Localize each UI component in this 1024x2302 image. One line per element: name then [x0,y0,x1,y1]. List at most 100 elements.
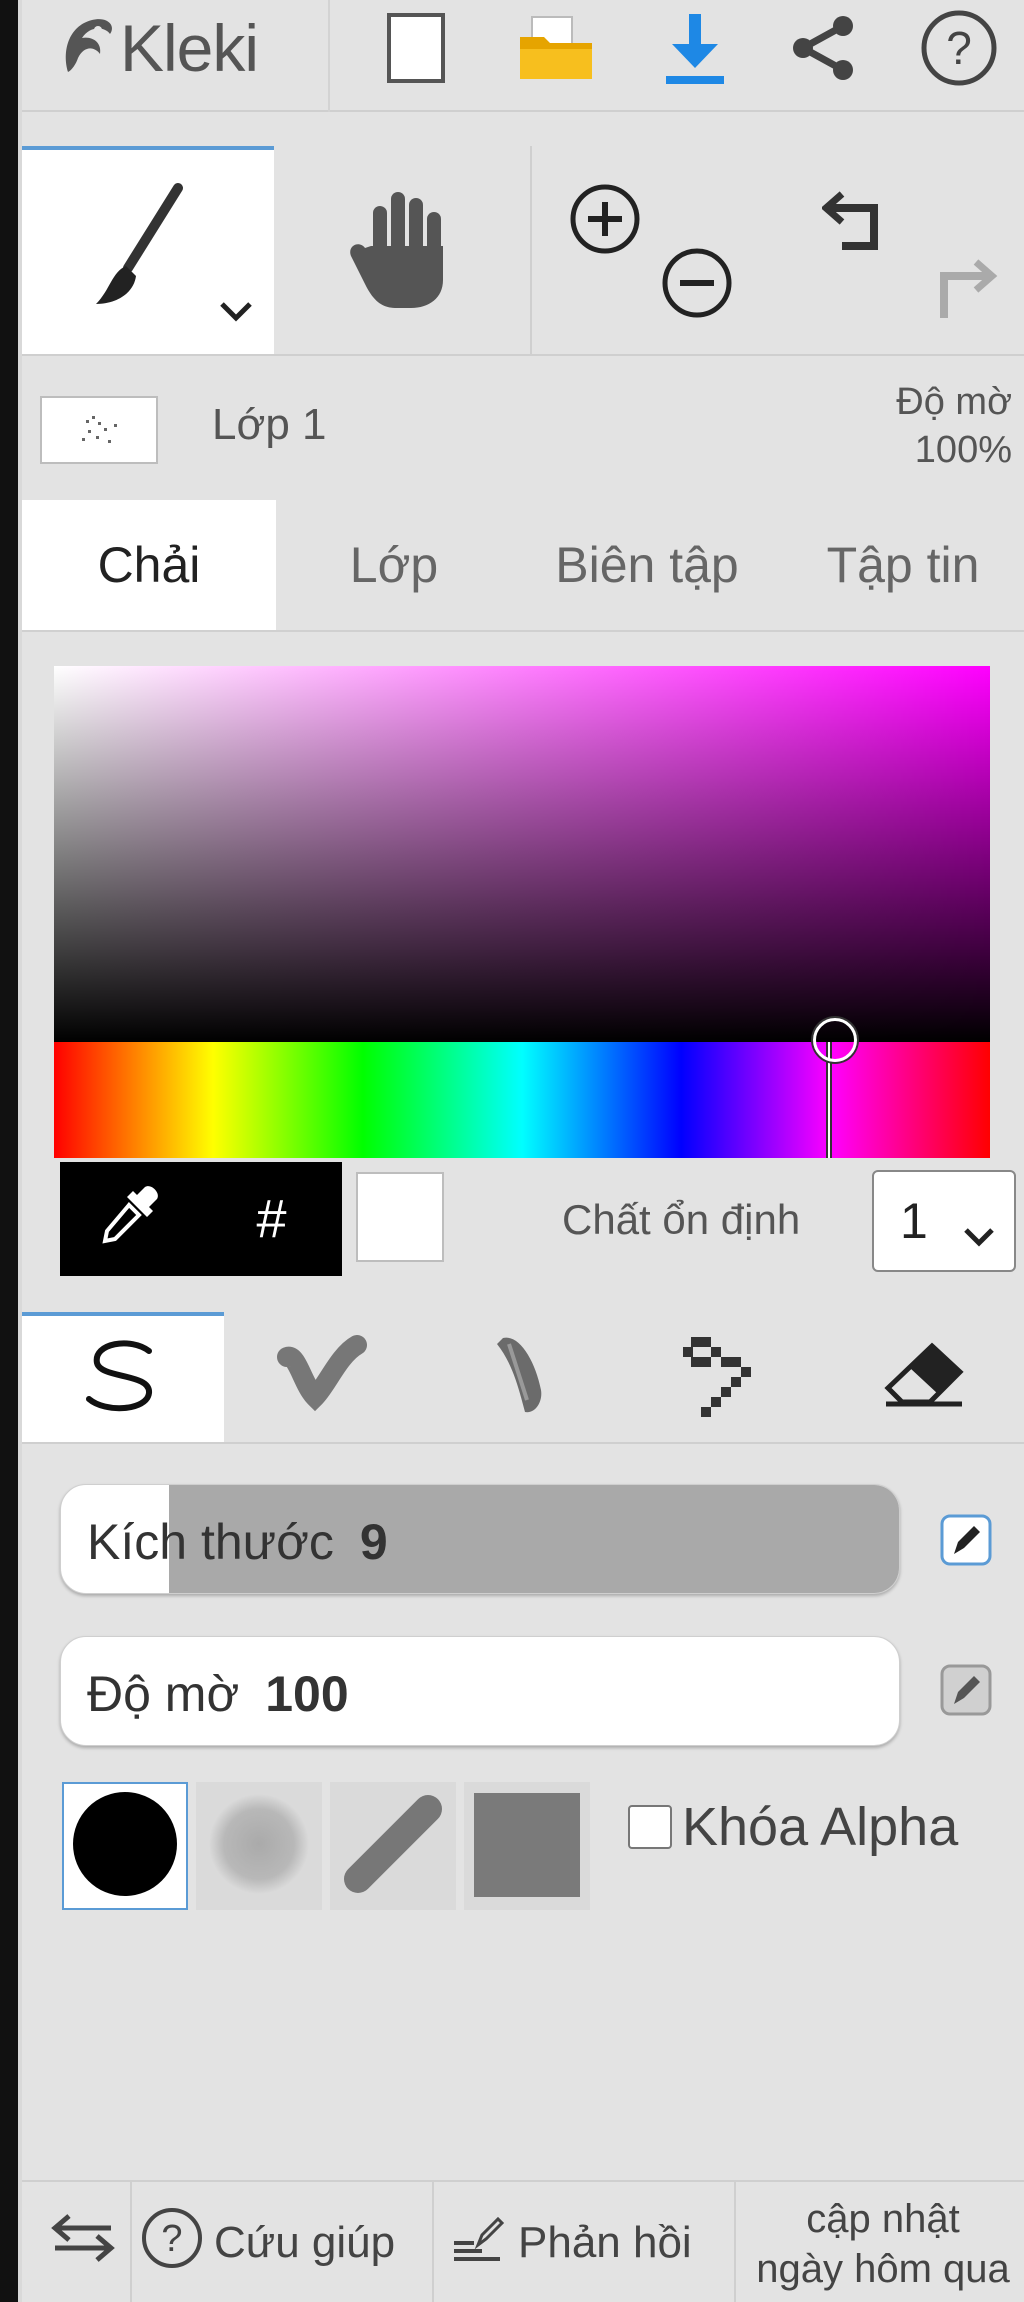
layer-name: Lớp 1 [212,400,327,449]
new-file-icon [386,12,446,89]
zoom-in-button[interactable] [568,182,642,261]
active-layer-row[interactable]: Lớp 1 Độ mờ 100% [22,360,1024,490]
eyedropper-button[interactable] [60,1162,201,1276]
open-file-button[interactable] [506,10,606,90]
feedback-icon [452,2213,505,2274]
size-slider[interactable]: Kích thước 9 [60,1484,900,1594]
tab-sketchy-brush[interactable] [420,1312,618,1442]
pen-pressure-icon [940,1664,992,1721]
app-name: Kleki [120,11,259,85]
tab-blend-brush[interactable] [224,1312,420,1442]
zoom-out-button[interactable] [660,246,734,325]
window-edge [0,0,22,2302]
sketchy-brush-icon [479,1330,559,1425]
swap-side-button[interactable] [38,2182,128,2302]
blend-brush-icon [277,1334,367,1420]
brush-type-tabs [22,1312,1024,1444]
hand-tool-button[interactable] [274,146,530,354]
size-label: Kích thước [87,1514,334,1570]
top-toolbar: Kleki ? [22,0,1024,112]
brush-tool-button[interactable] [22,146,274,354]
chevron-down-icon [962,1202,996,1260]
square-tip-icon [472,1789,582,1904]
toolrow-divider [22,354,1024,356]
footer-divider [432,2182,434,2302]
alpha-lock-checkbox[interactable]: Khóa Alpha [628,1796,958,1858]
footer-bar: ? Cứu giúp Phản hồi cập nhật ngày hôm qu… [22,2180,1024,2302]
alpha-lock-label: Khóa Alpha [682,1797,959,1857]
folder-icon [518,13,594,88]
download-icon [662,10,728,91]
tip-square[interactable] [464,1782,590,1910]
hand-icon [349,184,455,317]
update-info[interactable]: cập nhật ngày hôm qua [742,2194,1024,2294]
round-tip-icon [70,1789,180,1904]
chevron-down-icon[interactable] [218,300,254,329]
chisel-tip-icon [338,1789,448,1904]
share-icon [787,12,859,89]
tip-round-hard[interactable] [62,1782,188,1910]
opacity-label: Độ mờ [87,1666,240,1722]
swap-arrows-icon [51,2210,115,2277]
tab-layers[interactable]: Lớp [276,500,512,630]
undo-button[interactable] [820,182,902,263]
opacity-value: 100 [265,1666,349,1722]
update-line1: cập nhật [806,2197,960,2241]
main-tabs: Chải Lớp Biên tập Tập tin [22,500,1024,632]
pen-brush-icon [75,1337,171,1422]
tab-eraser[interactable] [824,1312,1024,1442]
redo-button[interactable] [920,250,1000,331]
size-value: 9 [359,1514,388,1570]
tab-pen-brush[interactable] [22,1312,224,1442]
brush-tabs-divider [22,1442,1024,1444]
stabilizer-select[interactable]: 1 [872,1170,1016,1272]
toolbar-divider [328,0,330,112]
hue-slider[interactable] [54,1042,990,1158]
share-button[interactable] [780,10,866,90]
layer-opacity-value: 100% [914,429,1012,471]
eraser-icon [882,1340,966,1415]
pen-pressure-icon [940,1514,992,1571]
tab-pixel-brush[interactable] [618,1312,824,1442]
hex-symbol: # [256,1189,287,1249]
current-color-swatch[interactable] [356,1172,444,1262]
layer-thumbnail[interactable] [40,396,158,464]
main-tabs-divider [22,630,1024,632]
tip-round-soft[interactable] [196,1782,322,1910]
svg-text:?: ? [161,2218,182,2260]
opacity-pressure-toggle[interactable] [940,1664,992,1721]
help-button[interactable]: ? [914,10,1004,90]
tab-brush[interactable]: Chải [22,500,276,630]
footer-divider [130,2182,132,2302]
new-image-button[interactable] [368,10,464,90]
tool-divider [530,146,532,354]
kleki-logo-icon [58,12,118,85]
help-label: Cứu giúp [214,2218,396,2267]
layer-opacity-label: Độ mờ [896,381,1012,423]
saturation-value-picker[interactable] [54,666,990,1042]
hex-input-button[interactable]: # [201,1162,342,1276]
tab-file[interactable]: Tập tin [782,500,1024,630]
tab-edit[interactable]: Biên tập [512,500,782,630]
size-pressure-toggle[interactable] [940,1514,992,1571]
stabilizer-label: Chất ổn định [562,1196,801,1243]
feedback-label: Phản hồi [518,2218,692,2267]
svg-text:?: ? [946,22,972,74]
feedback-link[interactable]: Phản hồi [452,2182,692,2302]
tool-row [22,146,1024,356]
soft-tip-icon [204,1789,314,1904]
tip-chisel[interactable] [330,1782,456,1910]
help-icon: ? [140,2206,204,2281]
picker-tools: # [60,1162,342,1276]
opacity-slider[interactable]: Độ mờ 100 [60,1636,900,1746]
help-icon: ? [919,8,999,93]
download-button[interactable] [652,10,738,90]
help-link[interactable]: ? Cứu giúp [140,2182,395,2302]
stabilizer-value: 1 [900,1193,928,1249]
paintbrush-icon [82,180,192,325]
app-logo[interactable]: Kleki [58,8,259,88]
footer-divider [734,2182,736,2302]
alpha-lock-box[interactable] [628,1805,672,1849]
color-picker-handle[interactable] [813,1018,857,1062]
pixel-brush-icon [675,1329,767,1426]
